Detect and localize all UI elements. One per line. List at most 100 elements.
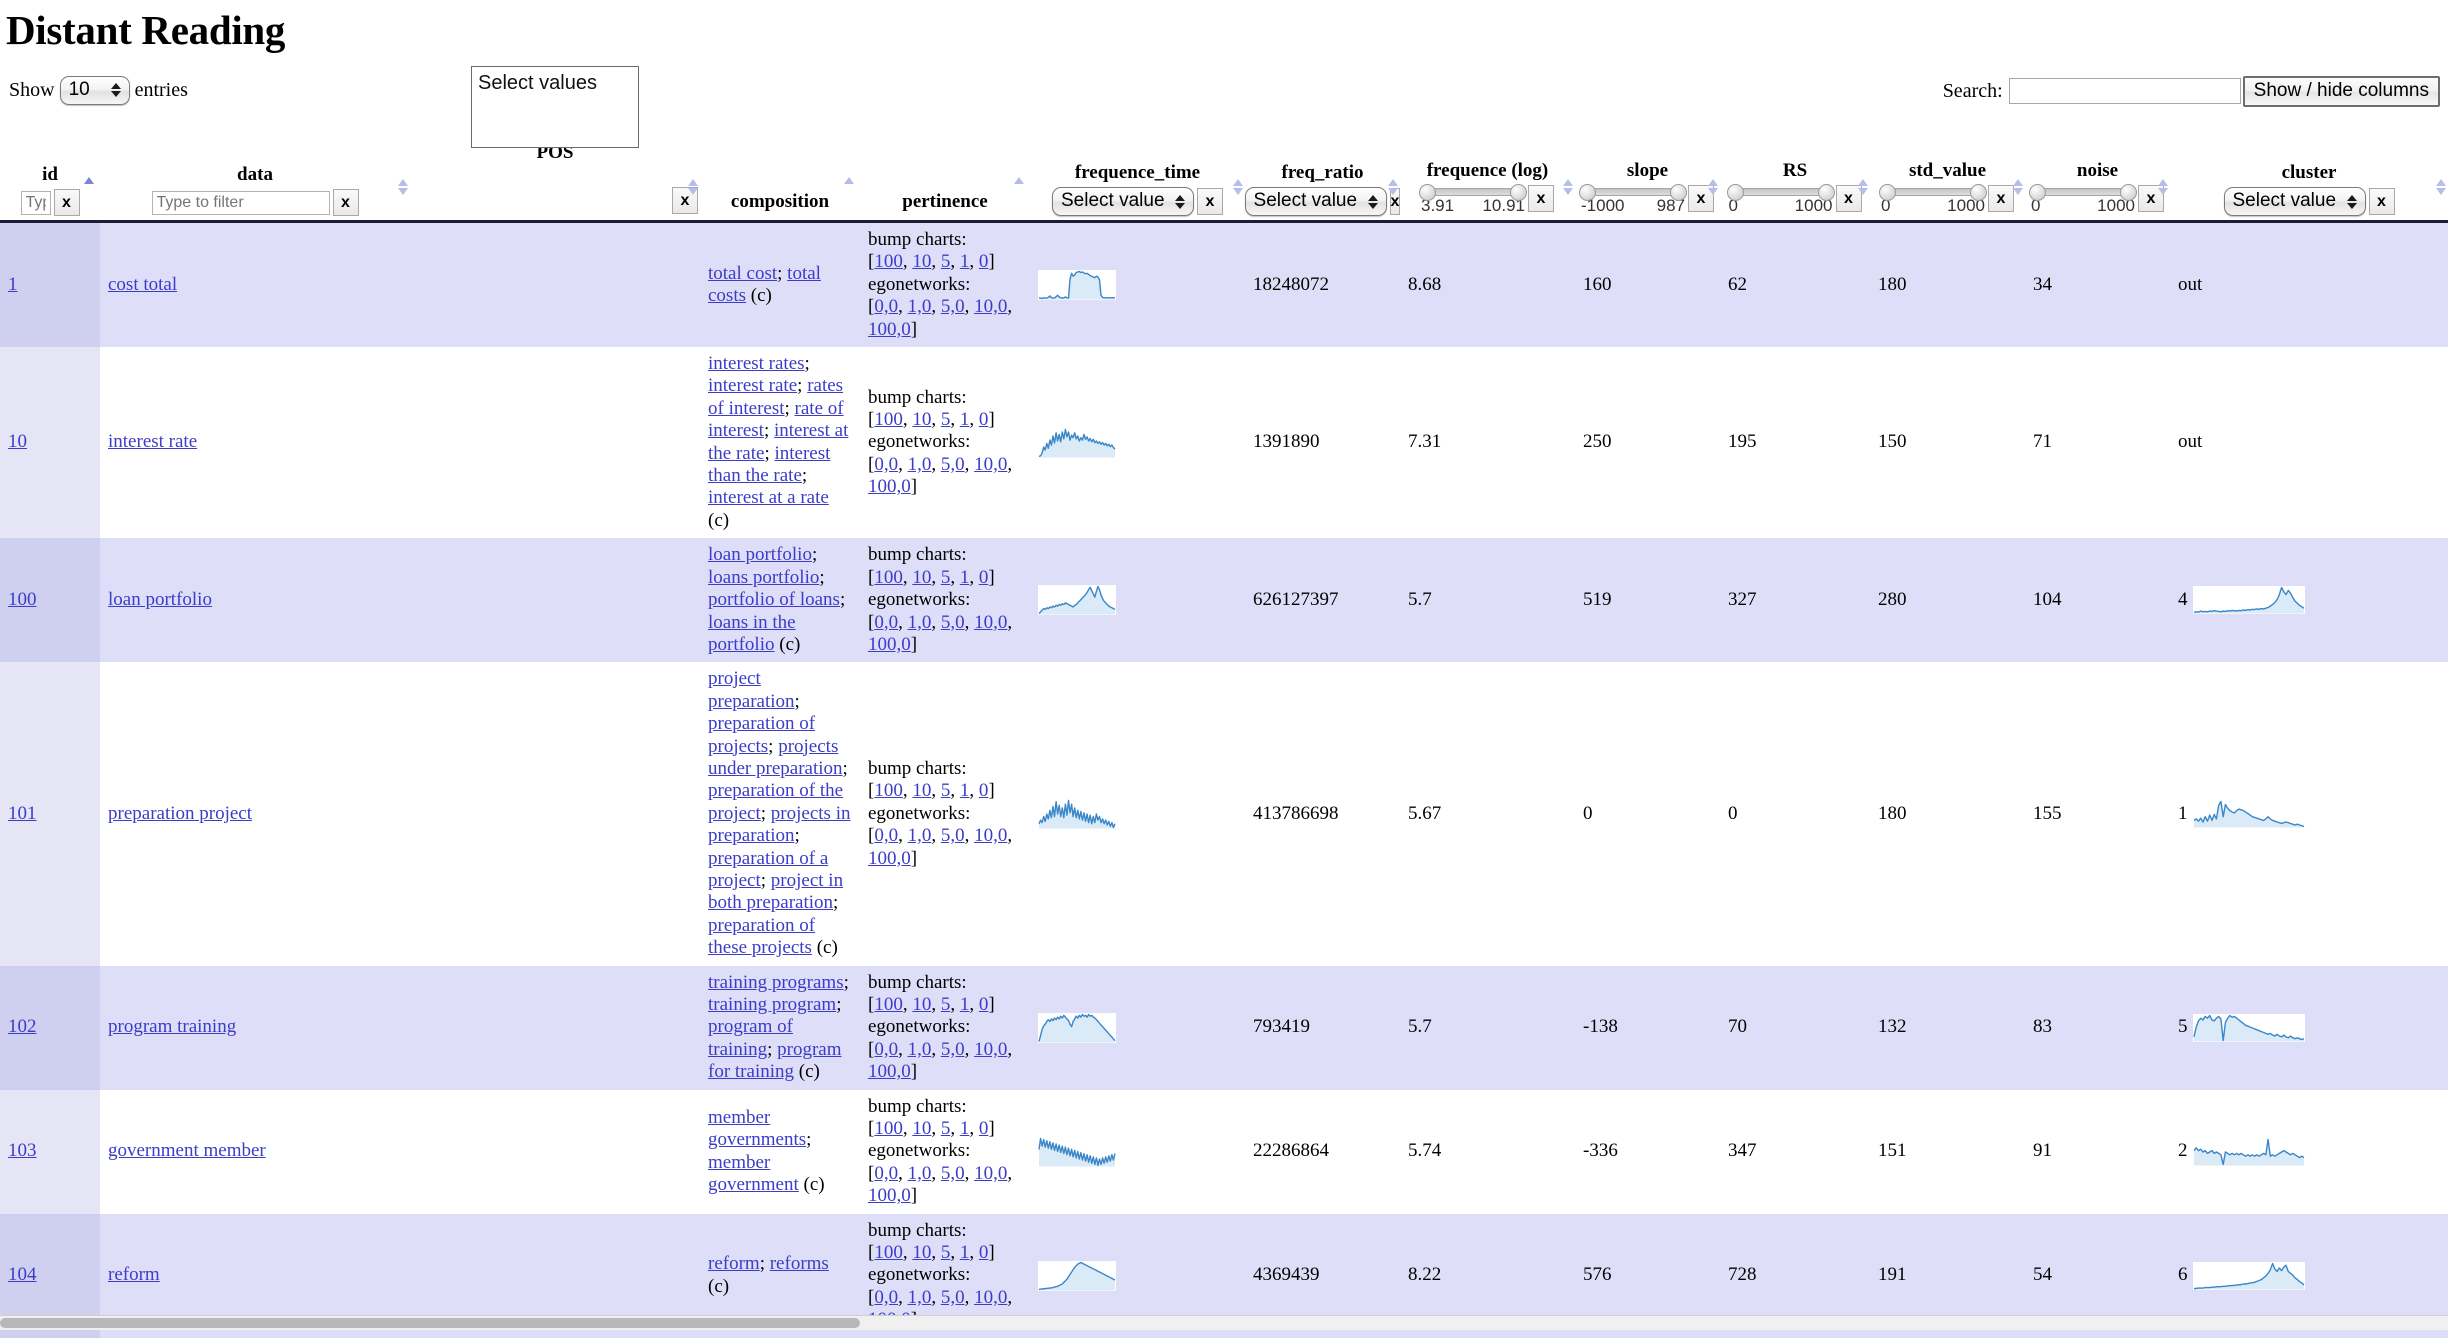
composition-link[interactable]: interest rate [708,375,797,396]
bump-chart-link[interactable]: 5 [941,251,951,272]
egonetwork-link[interactable]: 1,0 [908,1039,932,1060]
row-id-link[interactable]: 10 [8,431,27,452]
egonetwork-link[interactable]: 100,0 [868,1061,911,1082]
egonetwork-link[interactable]: 10,0 [974,1287,1007,1308]
table-row[interactable]: 102 program training training programs; tr… [0,965,2448,1090]
slider-knob-min[interactable] [1879,184,1896,201]
column-header-POS[interactable]: Select valuesPOSxPOS [410,66,700,223]
bump-chart-link[interactable]: 100 [874,567,903,588]
composition-link[interactable]: total cost [708,263,777,284]
bump-chart-link[interactable]: 100 [874,1118,903,1139]
bump-chart-link[interactable]: 10 [912,1242,931,1263]
egonetwork-link[interactable]: 100,0 [868,634,911,655]
column-header-pertinence[interactable]: pertinence [860,128,1030,223]
cell-id[interactable]: 1 [0,221,100,348]
bump-chart-link[interactable]: 5 [941,994,951,1015]
bump-chart-link[interactable]: 5 [941,567,951,588]
bump-chart-link[interactable]: 10 [912,251,931,272]
composition-link[interactable]: member government [708,1152,799,1195]
cell-id[interactable]: 103 [0,1089,100,1214]
bump-chart-link[interactable]: 5 [941,409,951,430]
row-data-link[interactable]: cost total [108,274,177,295]
table-row[interactable]: 100 loan portfolio loan portfolio; loans p… [0,538,2448,663]
composition-link[interactable]: reform [708,1253,760,1274]
sort-indicator-icon[interactable] [2012,176,2023,198]
sort-indicator-icon[interactable] [83,174,94,186]
egonetwork-link[interactable]: 5,0 [941,825,965,846]
row-id-link[interactable]: 103 [8,1140,37,1161]
composition-link[interactable]: preparation of these projects [708,915,815,958]
show-hide-columns-button[interactable]: Show / hide columns [2242,76,2440,107]
egonetwork-link[interactable]: 1,0 [908,1287,932,1308]
slider-knob-max[interactable] [1817,184,1835,201]
table-row[interactable]: 103 government member member governments; … [0,1089,2448,1214]
bump-chart-link[interactable]: 1 [960,409,970,430]
column-header-freq_ratio[interactable]: freq_ratio Select value x [1244,128,1401,223]
range-slider-frequence_log[interactable] [1419,184,1527,201]
egonetwork-link[interactable]: 10,0 [974,1039,1007,1060]
row-data-link[interactable]: preparation project [108,803,252,824]
table-row[interactable]: 101 preparation project project preparatio… [0,662,2448,966]
bump-chart-link[interactable]: 5 [941,780,951,801]
clear-filter-button-frequence_log[interactable]: x [1528,185,1554,212]
table-row[interactable]: 10 interest rate interest rates; interest … [0,347,2448,539]
column-header-slope[interactable]: slope -1000 987 x [1575,128,1720,223]
bump-chart-link[interactable]: 1 [960,994,970,1015]
row-id-link[interactable]: 102 [8,1016,37,1037]
bump-chart-link[interactable]: 0 [979,780,989,801]
sort-indicator-icon[interactable] [1562,176,1573,198]
bump-chart-link[interactable]: 10 [912,1118,931,1139]
composition-link[interactable]: loans portfolio [708,567,819,588]
clear-filter-button-cluster[interactable]: x [2368,188,2395,216]
row-data-link[interactable]: reform [108,1264,160,1285]
bump-chart-link[interactable]: 0 [979,567,989,588]
egonetwork-link[interactable]: 100,0 [868,1185,911,1206]
range-slider-std_value[interactable] [1879,184,1987,201]
sort-indicator-icon[interactable] [1387,176,1398,198]
slider-knob-min[interactable] [2029,184,2046,201]
egonetwork-link[interactable]: 5,0 [941,454,965,475]
column-header-frequence_time[interactable]: frequence_time Select value x [1030,128,1245,223]
egonetwork-link[interactable]: 10,0 [974,454,1007,475]
bump-chart-link[interactable]: 100 [874,780,903,801]
composition-link[interactable]: project preparation [708,668,795,711]
composition-link[interactable]: portfolio of loans [708,589,840,610]
search-input[interactable] [2008,78,2241,105]
clear-filter-button-frequence_time[interactable]: x [1197,188,1223,216]
egonetwork-link[interactable]: 0,0 [874,1163,898,1184]
bump-chart-link[interactable]: 100 [874,994,903,1015]
slider-knob-min[interactable] [1579,184,1596,201]
cell-id[interactable]: 102 [0,965,100,1090]
egonetwork-link[interactable]: 1,0 [908,1163,932,1184]
slider-knob-max[interactable] [1970,184,1987,201]
sort-indicator-icon[interactable] [2157,176,2168,198]
bump-chart-link[interactable]: 100 [874,251,903,272]
slider-knob-max[interactable] [1670,184,1687,201]
clear-filter-button-id[interactable]: x [53,189,80,216]
sort-indicator-icon[interactable] [397,176,408,198]
egonetwork-link[interactable]: 0,0 [874,296,898,317]
horizontal-scrollbar[interactable] [0,1315,2448,1330]
bump-chart-link[interactable]: 0 [979,251,989,272]
clear-filter-button-std_value[interactable]: x [1988,185,2014,212]
slider-knob-min[interactable] [1726,184,1744,201]
row-data-link[interactable]: program training [108,1016,236,1037]
range-slider-slope[interactable] [1579,184,1687,201]
composition-link[interactable]: training program [708,994,836,1015]
clear-filter-button-data[interactable]: x [332,189,359,216]
column-header-id[interactable]: idx [0,128,100,223]
egonetwork-link[interactable]: 10,0 [974,825,1007,846]
cell-id[interactable]: 10 [0,347,100,539]
egonetwork-link[interactable]: 5,0 [941,612,965,633]
bump-chart-link[interactable]: 10 [912,409,931,430]
cell-composition[interactable]: total cost; total costs (c) [700,221,860,348]
row-data-link[interactable]: government member [108,1140,266,1161]
cell-id[interactable]: 100 [0,538,100,663]
table-row[interactable]: 1 cost total total cost; total costs (c) bu… [0,221,2448,348]
cell-pertinence[interactable]: bump charts: [100, 10, 5, 1, 0] egonetwork… [860,221,1030,348]
cell-data[interactable]: preparation project [100,662,410,966]
egonetwork-link[interactable]: 0,0 [874,612,898,633]
column-header-RS[interactable]: RS 0 1000 x [1720,128,1870,223]
row-id-link[interactable]: 104 [8,1264,37,1285]
cell-composition[interactable]: loan portfolio; loans portfolio; portfol… [700,538,860,663]
